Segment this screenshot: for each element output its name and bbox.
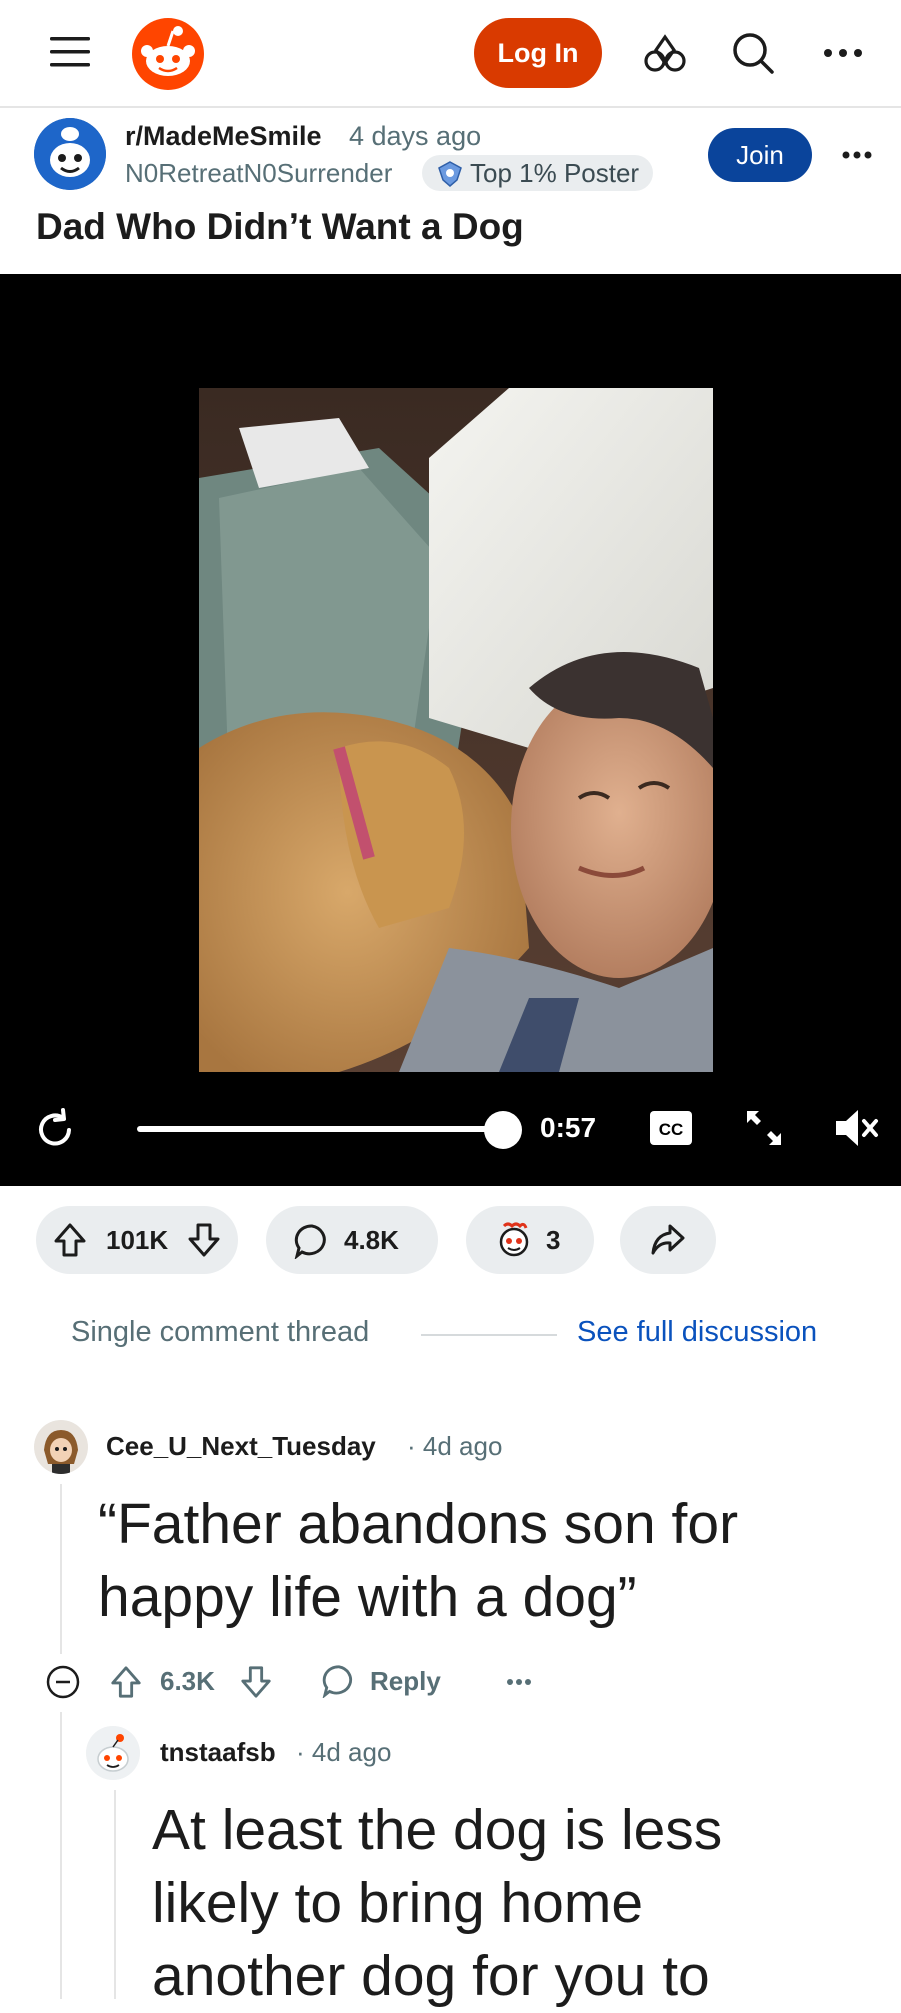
- award-icon: [494, 1220, 534, 1267]
- comment-vote-count: 6.3K: [160, 1666, 215, 1696]
- reply-icon: [322, 1664, 358, 1699]
- comment-body: “Father abandons son for happy life with…: [98, 1492, 739, 1629]
- post-time: 4 days ago: [349, 121, 482, 151]
- menu-icon[interactable]: [44, 30, 96, 74]
- downvote-icon[interactable]: [186, 1222, 222, 1265]
- comment-author[interactable]: Cee_U_Next_Tuesday: [106, 1431, 376, 1462]
- thread-line[interactable]: [114, 1790, 116, 1999]
- share-icon: [650, 1222, 686, 1265]
- post-more-icon[interactable]: [840, 140, 874, 170]
- advertise-icon[interactable]: [640, 30, 690, 78]
- flair-label: Top 1% Poster: [470, 157, 640, 188]
- top-bar: Log In: [0, 0, 901, 108]
- reply-label: Reply: [370, 1665, 441, 1696]
- comment-time-text: 4d ago: [311, 1737, 392, 1767]
- video-time: 0:57: [540, 1112, 597, 1143]
- cc-icon[interactable]: CC: [648, 1108, 694, 1148]
- comment-upvote-icon[interactable]: [106, 1662, 146, 1702]
- comment-more-icon[interactable]: [502, 1670, 536, 1694]
- progress-thumb[interactable]: [484, 1111, 522, 1149]
- more-icon[interactable]: [818, 38, 868, 68]
- comment-time: · 4d ago: [407, 1431, 502, 1462]
- award-count: 3: [546, 1225, 561, 1255]
- dot-separator: ·: [296, 1737, 312, 1767]
- upvote-count: 101K: [106, 1225, 169, 1255]
- subreddit-avatar[interactable]: [34, 118, 106, 190]
- comment-count: 4.8K: [344, 1225, 399, 1255]
- avatar[interactable]: [34, 1420, 88, 1474]
- comment-author[interactable]: tnstaafsb: [160, 1737, 276, 1768]
- comment-time: · 4d ago: [296, 1737, 391, 1768]
- post-title[interactable]: Dad Who Didn’t Want a Dog: [36, 206, 524, 248]
- svg-text:CC: CC: [659, 1120, 684, 1139]
- comment-time-text: 4d ago: [422, 1431, 503, 1461]
- replay-icon[interactable]: [30, 1105, 80, 1155]
- thread-line[interactable]: [60, 1484, 62, 1654]
- comment-downvote-icon[interactable]: [236, 1662, 276, 1702]
- video-player[interactable]: [0, 274, 901, 1186]
- share-button[interactable]: [620, 1206, 716, 1274]
- flair-badge-icon: [436, 160, 464, 195]
- thread-divider: [421, 1334, 557, 1336]
- author-name[interactable]: N0RetreatN0Surrender: [125, 158, 392, 189]
- video-frame[interactable]: [199, 388, 713, 1072]
- fullscreen-icon[interactable]: [740, 1104, 788, 1152]
- muted-speaker-icon[interactable]: [832, 1104, 882, 1152]
- single-thread-label: Single comment thread: [71, 1316, 370, 1348]
- comment-icon: [294, 1223, 330, 1266]
- search-icon[interactable]: [728, 28, 778, 78]
- progress-track[interactable]: [137, 1126, 503, 1132]
- upvote-icon[interactable]: [52, 1222, 88, 1265]
- reddit-logo-icon[interactable]: [130, 16, 206, 92]
- dot-separator: ·: [407, 1431, 423, 1461]
- thread-line[interactable]: [60, 1712, 62, 1999]
- login-button[interactable]: Log In: [474, 18, 602, 88]
- comments-button[interactable]: 4.8K: [266, 1206, 438, 1274]
- join-button[interactable]: Join: [708, 128, 812, 182]
- collapse-icon[interactable]: [44, 1663, 82, 1701]
- see-full-discussion-link[interactable]: See full discussion: [577, 1316, 817, 1349]
- user-flair: Top 1% Poster: [422, 155, 654, 191]
- award-button[interactable]: 3: [466, 1206, 594, 1274]
- vote-pill: 101K: [36, 1206, 238, 1274]
- avatar[interactable]: [86, 1726, 140, 1780]
- comment-body: At least the dog is less likely to bring…: [152, 1798, 723, 2008]
- reply-button[interactable]: Reply: [322, 1664, 441, 1699]
- subreddit-name[interactable]: r/MadeMeSmile: [125, 121, 322, 152]
